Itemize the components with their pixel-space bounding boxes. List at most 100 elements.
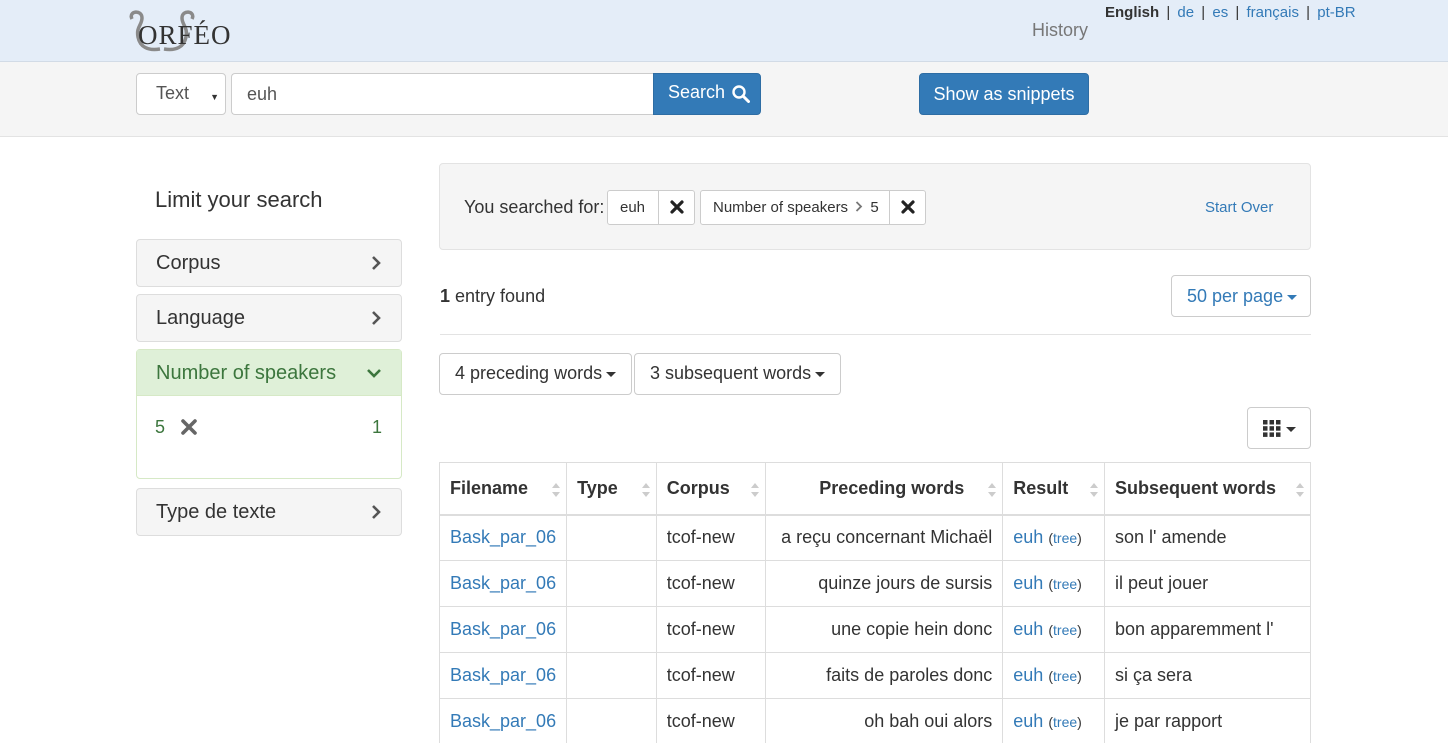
caret-down-icon: [815, 371, 826, 377]
facet-corpus[interactable]: Corpus: [136, 239, 402, 287]
subsequent-cell: bon apparemment l': [1104, 606, 1311, 653]
tree-link[interactable]: tree: [1053, 576, 1077, 592]
filename-link[interactable]: Bask_par_06: [450, 573, 556, 593]
start-over-link[interactable]: Start Over: [1205, 199, 1273, 216]
result-link[interactable]: euh: [1013, 573, 1043, 593]
subsequent-words-dropdown[interactable]: 3 subsequent words: [634, 353, 842, 395]
remove-icon: [670, 200, 684, 214]
result-link[interactable]: euh: [1013, 619, 1043, 639]
tree-link[interactable]: tree: [1053, 714, 1077, 730]
chevron-right-icon: [856, 201, 863, 212]
remove-icon[interactable]: [181, 419, 197, 435]
result-link[interactable]: euh: [1013, 527, 1043, 547]
facet-label: Corpus: [156, 252, 221, 274]
table-header-row: Filename Type Corpus Preceding words Res…: [438, 462, 1311, 516]
sort-icon: [552, 483, 561, 497]
logo-text: ORFÉO: [138, 20, 232, 50]
constraints-label: You searched for:: [464, 197, 605, 217]
corpus-cell: tcof-new: [655, 514, 767, 561]
tree-link[interactable]: tree: [1053, 530, 1077, 546]
sort-icon: [751, 483, 760, 497]
show-snippets-button[interactable]: Show as snippets: [919, 73, 1089, 115]
per-page-dropdown[interactable]: 50 per page: [1171, 275, 1311, 317]
filename-link[interactable]: Bask_par_06: [450, 665, 556, 685]
facet-language[interactable]: Language: [136, 294, 402, 342]
sort-icon: [641, 483, 650, 497]
facet-label: Type de texte: [156, 501, 277, 523]
filename-link[interactable]: Bask_par_06: [450, 711, 556, 731]
sort-icon: [1090, 483, 1099, 497]
language-current: English: [1105, 4, 1160, 21]
subsequent-cell: je par rapport: [1104, 698, 1311, 743]
filter-field: Number of speakers: [713, 199, 849, 216]
caret-down-icon: [1287, 294, 1298, 300]
facet-label: Number of speakers: [156, 362, 337, 384]
preceding-words-dropdown[interactable]: 4 preceding words: [439, 353, 633, 395]
chevron-right-icon: [372, 311, 381, 325]
language-switcher: English | de | es | français | pt-BR: [1105, 4, 1356, 21]
type-cell: [566, 606, 657, 653]
subsequent-cell: si ça sera: [1104, 652, 1311, 699]
search-field-select[interactable]: Text ▼: [136, 73, 226, 115]
search-icon: [732, 85, 750, 103]
filter-constraint: Number of speakers 5: [700, 190, 926, 225]
remove-filter-button[interactable]: [889, 191, 925, 224]
language-link-fr[interactable]: français: [1246, 4, 1299, 21]
tree-link[interactable]: tree: [1053, 668, 1077, 684]
table-row: Bask_par_06 tcof-new a reçu concernant M…: [438, 514, 1311, 561]
history-link[interactable]: History: [1032, 20, 1088, 41]
column-header-filename[interactable]: Filename: [438, 462, 568, 516]
remove-query-button[interactable]: [658, 191, 694, 224]
caret-down-icon: [1286, 427, 1296, 432]
results-table: Filename Type Corpus Preceding words Res…: [438, 462, 1311, 743]
caret-down-icon: [606, 371, 617, 377]
language-link-pt-br[interactable]: pt-BR: [1317, 4, 1355, 21]
preceding-cell: oh bah oui alors: [765, 698, 1004, 743]
language-link-de[interactable]: de: [1177, 4, 1194, 21]
corpus-cell: tcof-new: [655, 652, 767, 699]
top-header: ORFÉO History English | de | es | frança…: [0, 0, 1448, 62]
preceding-cell: quinze jours de sursis: [765, 560, 1004, 607]
corpus-cell: tcof-new: [655, 606, 767, 653]
column-header-corpus[interactable]: Corpus: [655, 462, 767, 516]
column-toggle-button[interactable]: [1247, 407, 1311, 449]
column-header-type[interactable]: Type: [566, 462, 657, 516]
table-row: Bask_par_06 tcof-new faits de paroles do…: [438, 652, 1311, 699]
entries-count: 1 entry found: [440, 286, 546, 306]
remove-icon: [901, 200, 915, 214]
filename-link[interactable]: Bask_par_06: [450, 527, 556, 547]
column-header-subsequent-words[interactable]: Subsequent words: [1104, 462, 1311, 516]
sort-icon: [988, 483, 997, 497]
table-row: Bask_par_06 tcof-new quinze jours de sur…: [438, 560, 1311, 607]
chevron-right-icon: [372, 256, 381, 270]
preceding-cell: a reçu concernant Michaël: [765, 514, 1004, 561]
chevron-down-icon: [367, 369, 381, 378]
search-button[interactable]: Search: [653, 73, 761, 115]
facet-label: Language: [156, 307, 245, 329]
orfeo-logo[interactable]: ORFÉO: [126, 9, 246, 53]
facet-number-of-speakers: Number of speakers 5 1: [136, 349, 402, 479]
column-header-result[interactable]: Result: [1002, 462, 1106, 516]
language-link-es[interactable]: es: [1212, 4, 1228, 21]
facet-type-de-texte[interactable]: Type de texte: [136, 488, 402, 536]
grid-icon: [1263, 420, 1281, 437]
result-link[interactable]: euh: [1013, 665, 1043, 685]
column-header-preceding-words[interactable]: Preceding words: [765, 462, 1004, 516]
type-cell: [566, 560, 657, 607]
tree-link[interactable]: tree: [1053, 622, 1077, 638]
sort-icon: [1296, 483, 1304, 497]
search-constraints: You searched for: euh Number of speakers…: [439, 163, 1311, 250]
corpus-cell: tcof-new: [655, 698, 767, 743]
result-link[interactable]: euh: [1013, 711, 1043, 731]
chevron-right-icon: [372, 505, 381, 519]
table-row: Bask_par_06 tcof-new une copie hein donc…: [438, 606, 1311, 653]
query-constraint: euh: [607, 190, 695, 225]
facet-header[interactable]: Number of speakers: [137, 350, 401, 396]
type-cell: [566, 514, 657, 561]
preceding-cell: une copie hein donc: [765, 606, 1004, 653]
facet-selected-value: 5: [155, 417, 166, 437]
filename-link[interactable]: Bask_par_06: [450, 619, 556, 639]
search-bar: Text ▼ Search Show as snippets: [0, 62, 1448, 137]
search-input[interactable]: [231, 73, 654, 115]
sidebar-title: Limit your search: [155, 187, 323, 212]
